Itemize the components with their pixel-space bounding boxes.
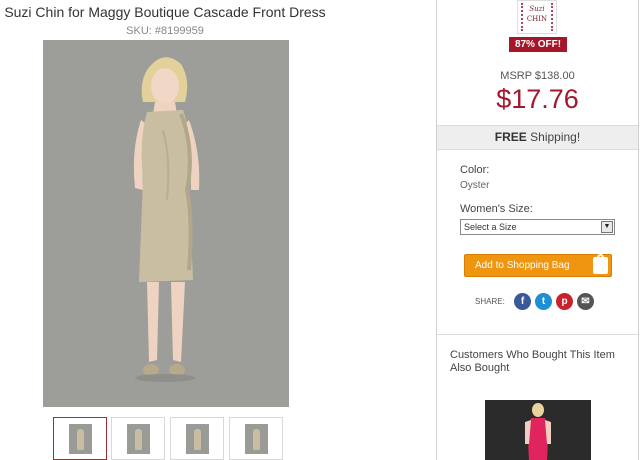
size-label: Women's Size: <box>460 203 533 215</box>
facebook-icon[interactable]: f <box>514 293 531 310</box>
thumbnail-1[interactable] <box>53 417 107 460</box>
discount-badge: 87% OFF! <box>509 37 567 52</box>
thumbnail-3[interactable] <box>170 417 224 460</box>
brand-logo-line2: CHIN <box>526 15 548 23</box>
color-value: Oyster <box>460 180 490 191</box>
purchase-panel: Suzi CHIN 87% OFF! MSRP $138.00 $17.76 F… <box>436 0 639 460</box>
product-title: Suzi Chin for Maggy Boutique Cascade Fro… <box>4 4 326 20</box>
shopping-bag-icon <box>593 254 608 274</box>
chevron-down-icon[interactable]: ▼ <box>601 221 613 233</box>
brand-logo-line1: Suzi <box>529 5 545 13</box>
product-sku: SKU: #8199959 <box>126 25 204 37</box>
divider <box>437 334 638 335</box>
free-shipping-bar: FREE Shipping! <box>437 125 638 150</box>
also-bought-product-image[interactable] <box>485 400 591 460</box>
add-to-bag-label: Add to Shopping Bag <box>475 260 570 271</box>
size-select-value: Select a Size <box>464 222 517 232</box>
size-select[interactable]: Select a Size ▼ <box>460 219 615 235</box>
twitter-icon[interactable]: t <box>535 293 552 310</box>
thumbnail-strip <box>53 417 283 460</box>
also-bought-title: Customers Who Bought This Item Also Boug… <box>450 349 615 374</box>
shipping-label: Shipping! <box>526 130 581 144</box>
product-main-image[interactable] <box>43 40 289 407</box>
share-label: SHARE: <box>475 297 505 306</box>
sale-price: $17.76 <box>496 84 579 114</box>
add-to-bag-button[interactable]: Add to Shopping Bag <box>464 254 612 277</box>
thumbnail-4[interactable] <box>229 417 283 460</box>
shipping-free-label: FREE <box>494 130 527 144</box>
color-label: Color: <box>460 164 490 176</box>
thumbnail-2[interactable] <box>111 417 165 460</box>
pinterest-icon[interactable]: p <box>556 293 573 310</box>
msrp-price: MSRP $138.00 <box>500 70 575 82</box>
email-icon[interactable]: ✉ <box>577 293 594 310</box>
brand-logo[interactable]: Suzi CHIN <box>517 0 557 34</box>
